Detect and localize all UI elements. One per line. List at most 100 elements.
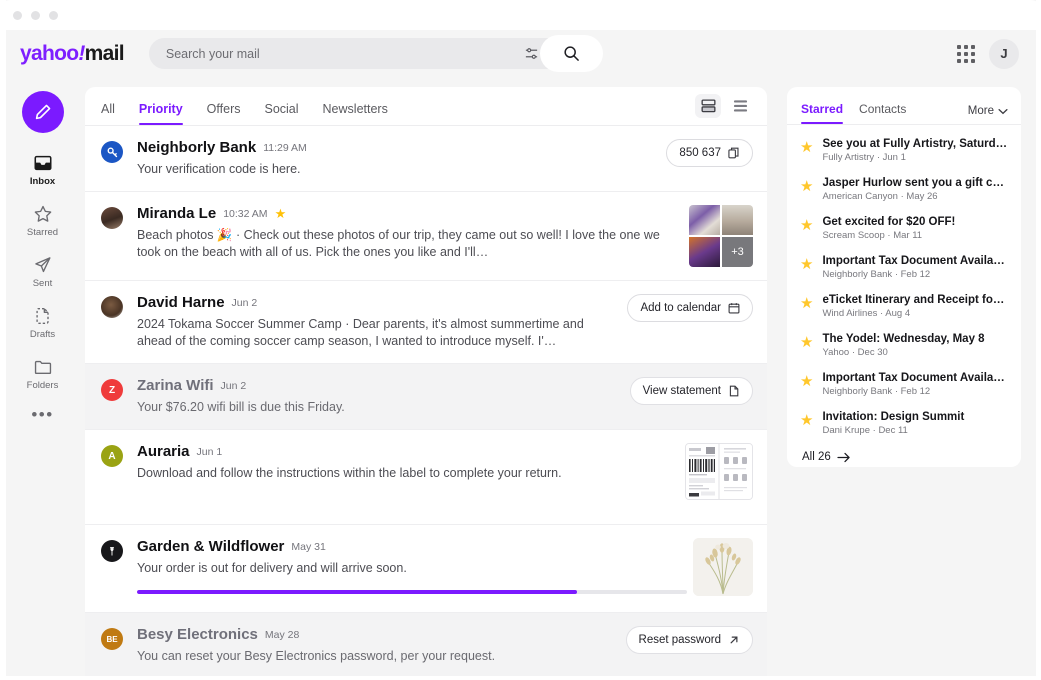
window-close-dot[interactable] (13, 11, 22, 20)
shipping-label-attachment[interactable] (685, 443, 753, 500)
tab-offers[interactable]: Offers (207, 102, 241, 125)
photo-attachment-grid[interactable]: +3 (689, 205, 753, 267)
comfortable-view-icon[interactable] (695, 94, 721, 118)
row-header: Zarina Wifi Jun 2 (137, 377, 620, 394)
view-all-starred-link[interactable]: All 26 (787, 443, 1021, 463)
star-icon: ★ (800, 140, 813, 155)
tab-contacts[interactable]: Contacts (859, 102, 906, 124)
window-titlebar (0, 0, 1041, 30)
table-row[interactable]: Garden & Wildflower May 31 Your order is… (85, 525, 767, 613)
table-row[interactable]: A Auraria Jun 1 Download and follow the … (85, 430, 767, 525)
avatar: Z (101, 379, 123, 401)
sidebar-item-sent[interactable]: Sent (12, 255, 74, 289)
sidebar-item-drafts[interactable]: Drafts (12, 306, 74, 340)
list-item[interactable]: ★ Important Tax Document Available Neigh… (787, 248, 1021, 287)
avatar (101, 540, 123, 562)
starred-date: Dec 11 (878, 425, 907, 436)
starred-meta: Neighborly Bank · Feb 12 (822, 269, 1008, 280)
compact-view-icon[interactable] (727, 94, 753, 118)
table-row[interactable]: Neighborly Bank 11:29 AM Your verificati… (85, 126, 767, 192)
window-left-edge (0, 0, 6, 680)
sidebar-item-starred[interactable]: Starred (12, 204, 74, 238)
list-item[interactable]: ★ Get excited for $20 OFF! Scream Scoop … (787, 209, 1021, 248)
table-row[interactable]: David Harne Jun 2 2024 Tokama Soccer Sum… (85, 281, 767, 364)
apps-grid-icon[interactable] (957, 45, 975, 63)
starred-date: Feb 12 (901, 269, 931, 280)
sidebar-item-label-starred: Starred (27, 227, 58, 238)
row-content: Auraria Jun 1 Download and follow the in… (137, 443, 675, 500)
tune-icon[interactable] (524, 46, 539, 61)
reset-password-button[interactable]: Reset password (626, 626, 753, 654)
add-to-calendar-button[interactable]: Add to calendar (627, 294, 753, 322)
row-content: Zarina Wifi Jun 2 Your $76.20 wifi bill … (137, 377, 620, 416)
side-panel-more-button[interactable]: More (968, 105, 1008, 117)
search-button[interactable] (540, 35, 603, 72)
tab-starred[interactable]: Starred (801, 102, 843, 124)
starred-subject: See you at Fully Artistry, Saturday, J… (822, 138, 1008, 150)
starred-date: Feb 12 (901, 386, 931, 397)
window-maximize-dot[interactable] (49, 11, 58, 20)
starred-text: The Yodel: Wednesday, May 8 Yahoo · Dec … (822, 333, 1008, 358)
table-row[interactable]: Miranda Le 10:32 AM ★ Beach photos 🎉 · C… (85, 192, 767, 281)
starred-sender: Neighborly Bank (822, 269, 892, 280)
starred-subject: eTicket Itinerary and Receipt for Con… (822, 294, 1008, 306)
star-icon[interactable]: ★ (275, 207, 287, 220)
row-snippet: 2024 Tokama Soccer Summer Camp · Dear pa… (137, 316, 617, 350)
sender-name: Miranda Le (137, 205, 216, 222)
avatar-initial: BE (106, 635, 117, 644)
list-item[interactable]: ★ eTicket Itinerary and Receipt for Con…… (787, 287, 1021, 326)
tab-priority[interactable]: Priority (139, 102, 183, 125)
search-bar[interactable] (149, 38, 591, 69)
sender-name: Neighborly Bank (137, 139, 256, 156)
tab-all[interactable]: All (101, 102, 115, 125)
yahoo-mail-logo[interactable]: yahoo!mail (20, 42, 124, 66)
row-content: Neighborly Bank 11:29 AM Your verificati… (137, 139, 656, 178)
list-item[interactable]: ★ Important Tax Document Available Neigh… (787, 365, 1021, 404)
verification-code-button[interactable]: 850 637 (666, 139, 753, 167)
list-item[interactable]: ★ Invitation: Design Summit Dani Krupe ·… (787, 404, 1021, 443)
starred-text: Invitation: Design Summit Dani Krupe · D… (822, 411, 1008, 436)
starred-subject: Important Tax Document Available (822, 255, 1008, 267)
add-to-calendar-label: Add to calendar (640, 302, 721, 314)
row-snippet: Beach photos 🎉 · Check out these photos … (137, 227, 679, 261)
user-avatar[interactable]: J (989, 39, 1019, 69)
table-row[interactable]: BE Besy Electronics May 28 You can reset… (85, 613, 767, 679)
avatar (101, 207, 123, 229)
sender-name: Besy Electronics (137, 626, 258, 643)
view-statement-button[interactable]: View statement (630, 377, 753, 405)
tab-social[interactable]: Social (264, 102, 298, 125)
sidebar-item-label-sent: Sent (33, 278, 53, 289)
starred-meta: Neighborly Bank · Feb 12 (822, 386, 1008, 397)
list-item[interactable]: ★ The Yodel: Wednesday, May 8 Yahoo · De… (787, 326, 1021, 365)
row-content: Besy Electronics May 28 You can reset yo… (137, 626, 616, 665)
window-right-edge (1036, 0, 1041, 680)
table-row[interactable]: Z Zarina Wifi Jun 2 Your $76.20 wifi bil… (85, 364, 767, 430)
window-bottom-edge (0, 676, 1041, 680)
star-icon: ★ (800, 296, 813, 311)
row-action-area (685, 443, 753, 500)
photo-thumbnail[interactable] (689, 237, 720, 267)
logo-yahoo-text: yahoo (20, 42, 78, 65)
sidebar-item-folders[interactable]: Folders (12, 357, 74, 391)
more-photos-count[interactable]: +3 (722, 237, 753, 267)
tab-newsletters[interactable]: Newsletters (323, 102, 388, 125)
reset-password-label: Reset password (639, 634, 721, 646)
row-action-area: 850 637 (666, 139, 753, 178)
photo-thumbnail[interactable] (689, 205, 720, 235)
window-minimize-dot[interactable] (31, 11, 40, 20)
starred-text: eTicket Itinerary and Receipt for Con… W… (822, 294, 1008, 319)
starred-sender: Scream Scoop (822, 230, 884, 241)
photo-thumbnail[interactable] (722, 205, 753, 235)
search-input[interactable] (166, 47, 546, 61)
avatar-initial: A (108, 451, 115, 462)
starred-subject: Important Tax Document Available (822, 372, 1008, 384)
star-icon: ★ (800, 335, 813, 350)
flower-photo-attachment[interactable] (693, 538, 753, 596)
sidebar-item-inbox[interactable]: Inbox (12, 153, 74, 187)
list-item[interactable]: ★ Jasper Hurlow sent you a gift card Ame… (787, 170, 1021, 209)
sidebar-more-icon[interactable]: ••• (31, 410, 53, 420)
list-item[interactable]: ★ See you at Fully Artistry, Saturday, J… (787, 131, 1021, 170)
starred-subject: Invitation: Design Summit (822, 411, 1008, 423)
row-content: Garden & Wildflower May 31 Your order is… (137, 538, 683, 596)
compose-button[interactable] (22, 91, 64, 133)
